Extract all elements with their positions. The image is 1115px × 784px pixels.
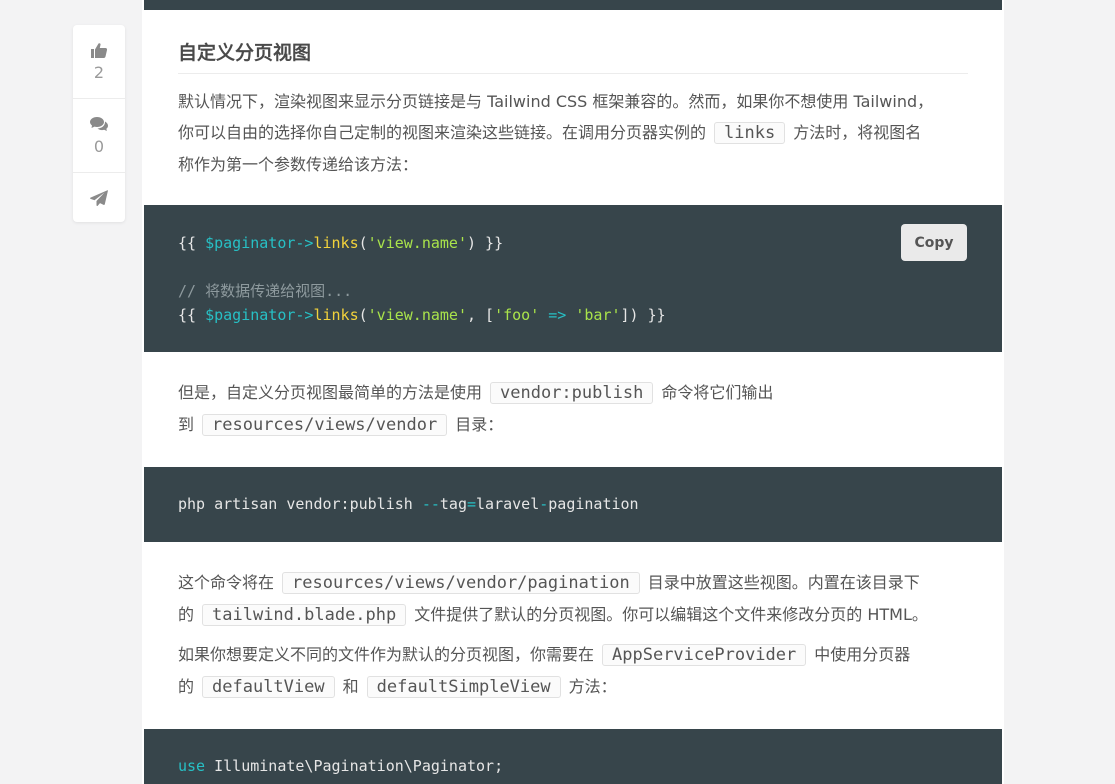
paragraph-text: 但是，自定义分页视图最简单的方法是使用 [178,383,483,402]
paragraph-intro: 默认情况下，渲染视图来显示分页链接是与 Tailwind CSS 框架兼容的。然… [178,86,978,180]
code-token: ( [358,306,368,324]
code-token: $paginator [205,306,296,324]
copy-button[interactable]: Copy [901,224,967,261]
code-token: ) }} [467,234,504,252]
paragraph-line: 的 tailwind.blade.php 文件提供了默认的分页视图。你可以编辑这个文… [178,599,978,631]
code-comment: // 将数据传递给视图... [178,282,353,300]
code-line: {{ $paginator->links('view.name') }} [178,231,1002,255]
code-line: use Illuminate\Pagination\Paginator; [178,754,1002,778]
code-token: , [ [467,306,495,324]
code-token: laravel [476,495,540,513]
code-token: {{ [178,234,206,252]
code-token: 'bar' [575,306,621,324]
article-content: 自定义分页视图 默认情况下，渲染视图来显示分页链接是与 Tailwind CSS… [142,0,1004,784]
paragraph-text: 中使用分页器 [814,645,911,664]
paragraph-text: 称作为第一个参数传递给该方法： [178,155,419,174]
section-heading: 自定义分页视图 [178,38,968,74]
paragraph-line: 的 defaultView 和 defaultSimpleView 方法： [178,671,978,703]
paragraph-line: 你可以自由的选择你自己定制的视图来渲染这些链接。在调用分页器实例的 links 方法… [178,117,978,149]
comment-button[interactable]: 0 [73,99,125,173]
code-block-artisan: php artisan vendor:publish --tag=laravel… [144,467,1002,542]
paragraph-text: 方法时，将视图名 [793,123,922,142]
code-line: {{ $paginator->links('view.name', ['foo'… [178,303,1002,327]
inline-code-pagination-dir: resources/views/vendor/pagination [282,572,640,594]
code-token: ]) }} [620,306,666,324]
code-token: links [313,306,359,324]
code-token: = [467,495,477,513]
article-action-bar: 2 0 [73,25,125,222]
thumbs-up-icon [91,42,108,58]
comment-count: 0 [93,136,105,156]
paragraph-line: 这个命令将在 resources/views/vendor/pagination 目… [178,567,978,599]
paragraph-text: 方法： [568,677,617,696]
code-token: tag [439,495,467,513]
paragraph-text: 命令将它们输出 [661,383,774,402]
previous-code-block-edge [144,0,1002,10]
inline-code-vendor-publish: vendor:publish [490,382,654,404]
code-token: 'foo' [494,306,540,324]
code-token: -> [295,234,314,252]
paragraph-vendor-publish: 但是，自定义分页视图最简单的方法是使用 vendor:publish 命令将它们输出… [178,377,978,441]
code-token: -> [295,306,314,324]
share-button[interactable] [73,173,125,222]
paragraph-text: 的 [178,677,195,696]
code-line: // 将数据传递给视图... [178,279,1002,303]
code-token: => [539,306,576,324]
code-token: -- [421,495,440,513]
code-token: ( [358,234,368,252]
paragraph-text: 默认情况下，渲染视图来显示分页链接是与 Tailwind CSS 框架兼容的。然… [178,92,934,111]
paragraph-text: 目录： [455,415,504,434]
code-token: {{ [178,306,206,324]
code-block-use-paginator: use Illuminate\Pagination\Paginator; [144,729,1002,784]
inline-code-links: links [714,122,786,144]
inline-code-tailwind-blade: tailwind.blade.php [202,604,407,626]
code-keyword: use [178,757,206,775]
like-count: 2 [93,62,105,82]
code-token: links [313,234,359,252]
code-block-links: Copy {{ $paginator->links('view.name') }… [144,205,1002,352]
code-token: Illuminate\Pagination\Paginator; [205,757,504,775]
inline-code-vendor-dir: resources/views/vendor [202,414,448,436]
paragraph-pagination-dir: 这个命令将在 resources/views/vendor/pagination 目… [178,567,978,631]
paragraph-line: 到 resources/views/vendor 目录： [178,409,978,441]
paragraph-text: 你可以自由的选择你自己定制的视图来渲染这些链接。在调用分页器实例的 [178,123,707,142]
inline-code-default-simple-view: defaultSimpleView [366,676,561,698]
code-token: pagination [548,495,639,513]
comments-icon [90,116,108,131]
paragraph-text: 文件提供了默认的分页视图。你可以编辑这个文件来修改分页的 HTML。 [414,605,928,624]
paragraph-default-view: 如果你想要定义不同的文件作为默认的分页视图，你需要在 AppServiceProv… [178,639,978,703]
paragraph-text: 的 [178,605,195,624]
inline-code-default-view: defaultView [202,676,335,698]
code-token: php artisan vendor:publish [178,495,422,513]
code-token: - [539,495,549,513]
paragraph-text: 到 [178,415,195,434]
paragraph-line: 如果你想要定义不同的文件作为默认的分页视图，你需要在 AppServiceProv… [178,639,978,671]
paragraph-text: 和 [342,677,359,696]
code-token: 'view.name' [367,306,467,324]
paragraph-line: 但是，自定义分页视图最简单的方法是使用 vendor:publish 命令将它们输出 [178,377,978,409]
paper-plane-icon [90,189,108,206]
code-token: 'view.name' [367,234,467,252]
code-line: php artisan vendor:publish --tag=laravel… [178,492,1002,516]
code-token: $paginator [205,234,296,252]
like-button[interactable]: 2 [73,25,125,99]
inline-code-app-service-provider: AppServiceProvider [602,644,807,666]
paragraph-text: 如果你想要定义不同的文件作为默认的分页视图，你需要在 [178,645,595,664]
paragraph-text: 这个命令将在 [178,573,275,592]
paragraph-text: 目录中放置这些视图。内置在该目录下 [647,573,920,592]
